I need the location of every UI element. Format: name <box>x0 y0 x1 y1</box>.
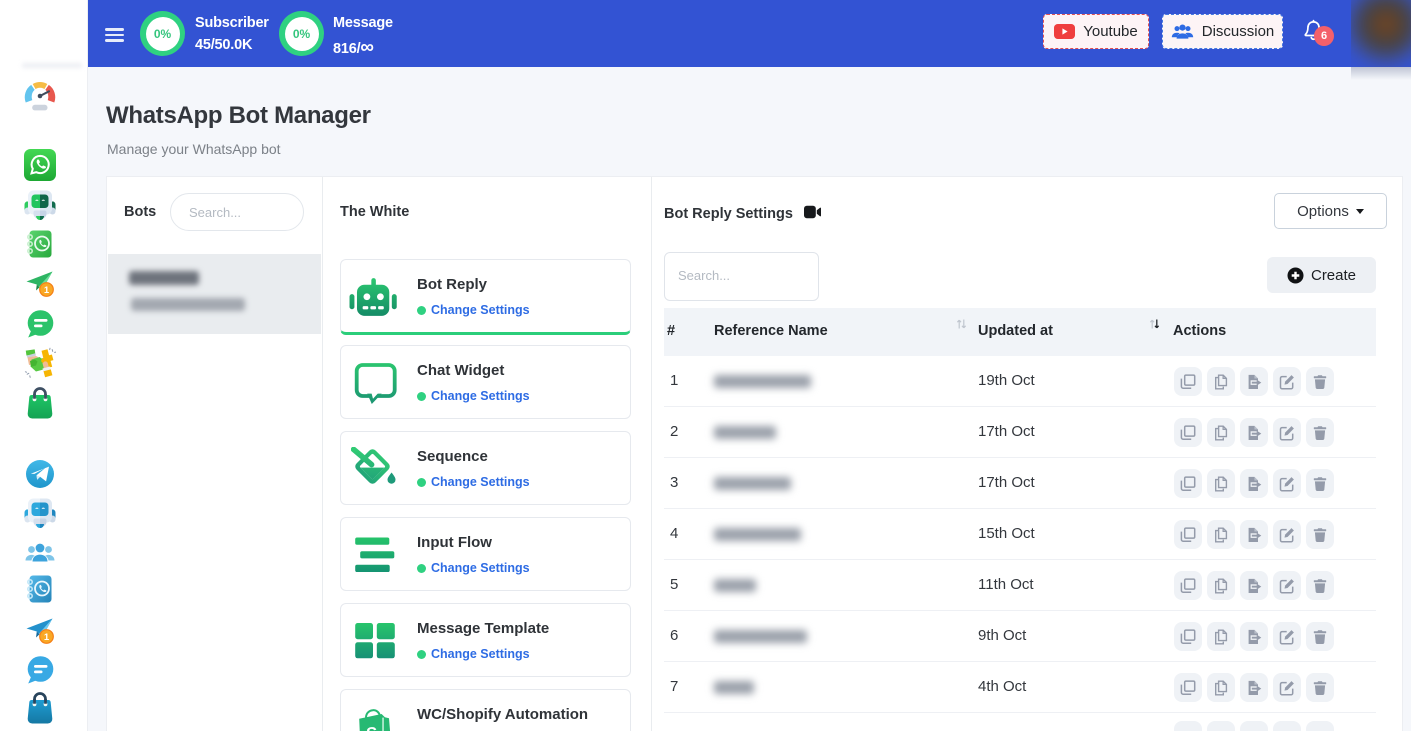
svg-text:S: S <box>365 724 378 731</box>
svg-text:1: 1 <box>44 632 50 643</box>
svg-text:1: 1 <box>44 285 50 296</box>
